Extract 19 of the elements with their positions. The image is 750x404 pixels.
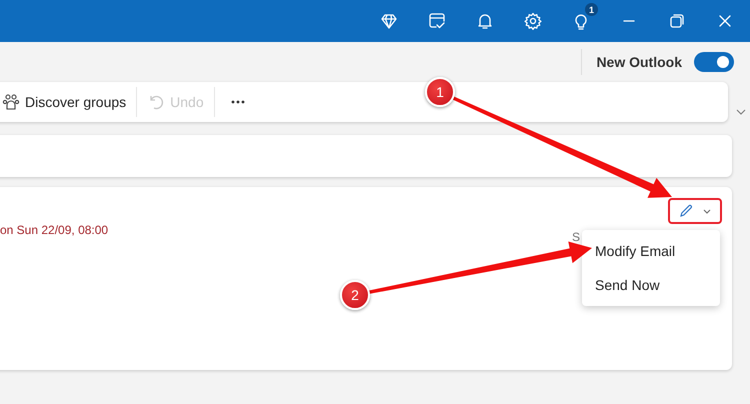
menu-item[interactable]: Send Now [582, 268, 720, 302]
more-icon [230, 100, 245, 104]
calendar-check-icon[interactable] [428, 12, 446, 30]
diamond-icon[interactable] [380, 12, 398, 30]
discover-groups-button[interactable]: Discover groups [0, 86, 136, 118]
schedule-text: on Sun 22/09, 08:00 [0, 223, 108, 237]
partial-text: S [572, 230, 580, 244]
toggle-switch[interactable] [694, 52, 734, 72]
menu-item[interactable]: Modify Email [582, 234, 720, 268]
chevron-down-icon [703, 208, 711, 214]
mode-label: New Outlook [596, 54, 682, 70]
restore-icon[interactable] [668, 12, 686, 30]
group-icon [2, 93, 20, 111]
bell-icon[interactable] [476, 12, 494, 30]
pencil-icon [679, 204, 693, 218]
notification-badge: 1 [585, 3, 598, 16]
chevron-down-icon[interactable] [736, 109, 746, 115]
edit-button[interactable] [668, 198, 722, 224]
settings-icon[interactable] [524, 12, 542, 30]
